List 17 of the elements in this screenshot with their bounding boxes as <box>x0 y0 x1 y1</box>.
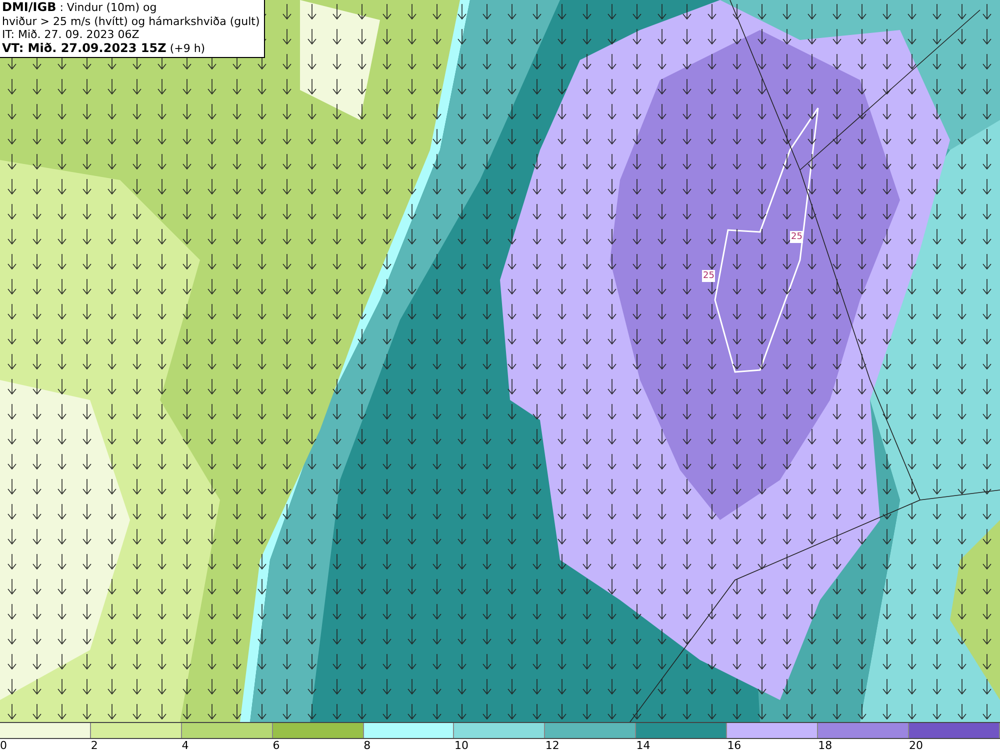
legend-tick-label: 0 <box>0 739 7 752</box>
header-title: DMI/IGB : Vindur (10m) og <box>2 1 158 14</box>
legend-tick-label: 2 <box>90 739 98 752</box>
issue-time: IT: Mið. 27. 09. 2023 06Z <box>2 28 140 42</box>
legend-tick-label: 12 <box>545 739 560 752</box>
legend-tick-label: 16 <box>727 739 742 752</box>
legend-tick-label: 6 <box>272 739 280 752</box>
legend-tick-label: 14 <box>636 739 650 752</box>
contour-label: 25 <box>702 270 716 282</box>
valid-time: VT: Mið. 27.09.2023 15Z (+9 h) <box>2 42 206 55</box>
legend-tick-label: 18 <box>818 739 832 752</box>
legend-tick-label: 4 <box>182 739 189 752</box>
legend-tick-label: 10 <box>454 739 468 752</box>
legend-tick-label: 8 <box>364 739 371 752</box>
header-subtitle: hviður > 25 m/s (hvítt) og hámarkshviða (gult) <box>2 14 260 28</box>
contour-label: 25 <box>790 231 804 243</box>
legend-tick-label: 20 <box>909 739 923 752</box>
